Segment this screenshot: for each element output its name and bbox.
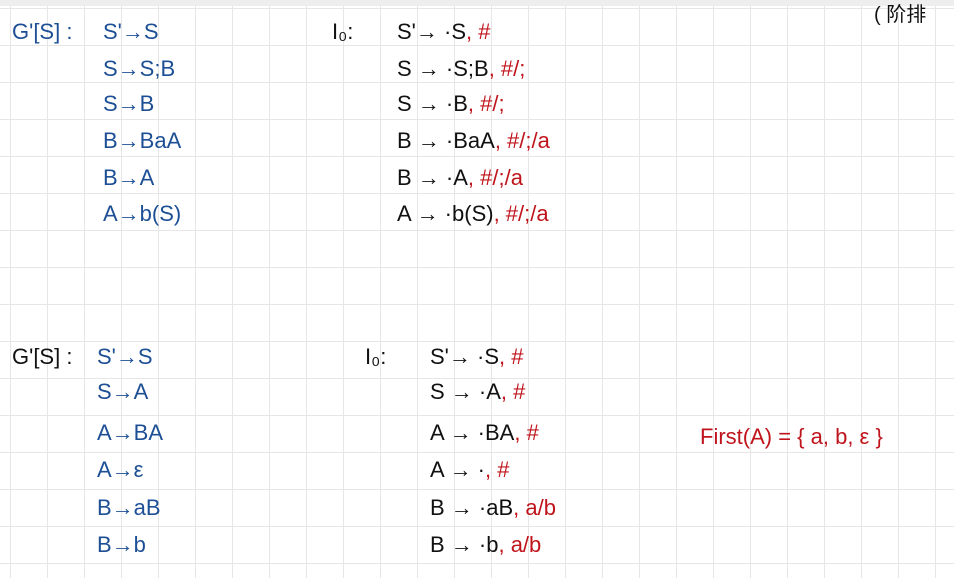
state-label: I₀: [365, 344, 387, 369]
grammar-label: G'[S] : [12, 19, 73, 44]
item-lookahead: , #/;/a [494, 128, 550, 153]
item-core: S'→ ·S [430, 344, 499, 369]
production: A→ε [97, 457, 144, 482]
item-lookahead: , # [500, 379, 526, 404]
item-core: S'→ ·S [397, 19, 466, 44]
item-lookahead: , a/b [513, 495, 556, 520]
item-lookahead: , #/; [467, 91, 505, 116]
production: S'→S [103, 19, 159, 44]
lr1-item: S → ·A, # [430, 379, 525, 405]
item-lookahead: , #/; [488, 56, 526, 81]
item-lookahead: , # [514, 420, 539, 445]
item-core: B → ·b [430, 532, 499, 557]
item-core: B → ·aB [430, 495, 514, 520]
top-edge [0, 0, 954, 6]
lr1-item: A → ·b(S), #/;/a [397, 201, 549, 227]
first-set-note: First(A) = { a, b, ε } [700, 424, 883, 449]
item-core: S → ·A [430, 379, 501, 404]
item-lookahead: , #/;/a [493, 201, 549, 226]
item-core: S → ·S;B [397, 56, 489, 81]
item-core: B → ·A [397, 165, 468, 190]
production: A→BA [97, 420, 164, 445]
lr1-item: S → ·B, #/; [397, 91, 505, 117]
production: A→b(S) [103, 201, 182, 226]
item-core: B → ·BaA [397, 128, 495, 153]
production: B→BaA [103, 128, 182, 153]
item-core: A → ·BA [430, 420, 515, 445]
item-lookahead: , # [466, 19, 491, 44]
item-lookahead: , a/b [498, 532, 542, 557]
lr1-item: A → ·BA, # [430, 420, 539, 446]
corner-text: ( 阶排 [874, 4, 927, 26]
production: S→A [97, 379, 149, 404]
state-label: I₀: [332, 19, 354, 44]
production: S→B [103, 91, 155, 116]
production: B→b [97, 532, 146, 557]
production: S→S;B [103, 56, 176, 81]
production: B→aB [97, 495, 161, 520]
lr1-item: B → ·BaA, #/;/a [397, 128, 550, 154]
lr1-item: A → ·, # [430, 457, 509, 483]
production: B→A [103, 165, 155, 190]
lr1-item: B → ·A, #/;/a [397, 165, 523, 191]
lr1-item: S → ·S;B, #/; [397, 56, 525, 82]
item-lookahead: , # [485, 457, 510, 482]
item-core: A → ·b(S) [397, 201, 494, 226]
item-core: S → ·B [397, 91, 468, 116]
grammar-label: G'[S] : [12, 344, 73, 369]
item-core: A → · [430, 457, 486, 482]
production: S'→S [97, 344, 153, 369]
lr1-item: B → ·b, a/b [430, 532, 541, 558]
item-lookahead: , # [499, 344, 524, 369]
item-lookahead: , #/;/a [467, 165, 523, 190]
lr1-item: B → ·aB, a/b [430, 495, 556, 521]
lr1-item: S'→ ·S, # [430, 344, 523, 370]
lr1-item: S'→ ·S, # [397, 19, 490, 45]
